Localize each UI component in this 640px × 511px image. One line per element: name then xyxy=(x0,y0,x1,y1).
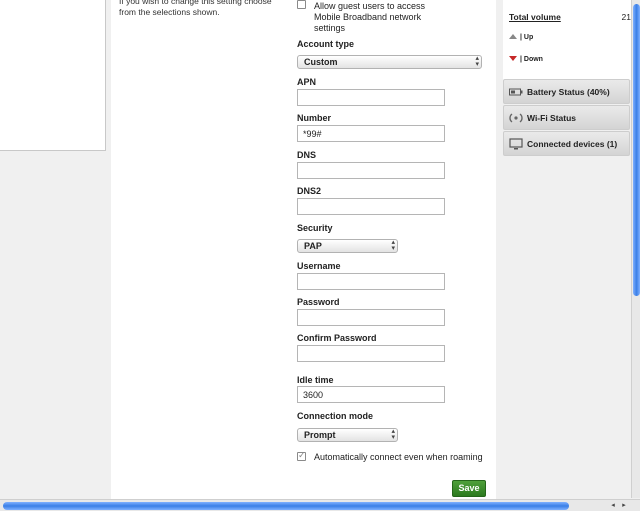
guest-access-checkbox[interactable] xyxy=(297,0,306,9)
dns2-label: DNS2 xyxy=(297,186,322,196)
left-panel xyxy=(0,0,106,151)
apn-input[interactable] xyxy=(297,89,445,106)
down-arrow-icon xyxy=(509,56,517,61)
monitor-icon xyxy=(509,137,523,151)
legend-up-label: | Up xyxy=(520,34,534,41)
account-type-select[interactable]: Custom ▴ ▾ xyxy=(297,55,482,69)
password-label: Password xyxy=(297,297,340,307)
idle-time-label: Idle time xyxy=(297,375,334,385)
scroll-left-icon[interactable]: ◂ xyxy=(608,501,618,511)
total-volume-link[interactable]: Total volume xyxy=(509,12,561,22)
select-arrows-icon: ▴ ▾ xyxy=(391,239,395,252)
connected-devices-panel[interactable]: Connected devices (1) xyxy=(503,131,630,156)
connection-mode-value: Prompt xyxy=(304,430,336,440)
username-input[interactable] xyxy=(297,273,445,290)
confirm-password-label: Confirm Password xyxy=(297,333,377,343)
username-label: Username xyxy=(297,261,341,271)
password-input[interactable] xyxy=(297,309,445,326)
select-arrows-icon: ▴ ▾ xyxy=(391,428,395,441)
confirm-password-input[interactable] xyxy=(297,345,445,362)
dns-label: DNS xyxy=(297,150,317,160)
status-sidebar: Total volume 21 | Up | Down Battery Stat… xyxy=(503,0,631,500)
security-label: Security xyxy=(297,223,333,233)
select-arrows-icon: ▴ ▾ xyxy=(475,55,479,68)
connection-mode-label: Connection mode xyxy=(297,411,373,421)
security-value: PAP xyxy=(304,241,322,251)
vertical-scrollbar[interactable] xyxy=(631,0,640,498)
battery-icon xyxy=(509,85,523,99)
number-input[interactable]: *99# xyxy=(297,125,445,142)
dns-input[interactable] xyxy=(297,162,445,179)
scroll-right-icon[interactable]: ▸ xyxy=(619,501,629,511)
idle-time-input[interactable]: 3600 xyxy=(297,386,445,403)
wifi-status-label: Wi-Fi Status xyxy=(527,113,577,123)
apn-label: APN xyxy=(297,77,317,87)
connected-devices-label: Connected devices (1) xyxy=(527,139,618,149)
battery-status-panel[interactable]: Battery Status (40%) xyxy=(503,79,630,104)
up-arrow-icon xyxy=(509,34,517,39)
vertical-scroll-thumb[interactable] xyxy=(633,4,640,296)
guest-access-label: Allow guest users to access Mobile Broad… xyxy=(314,1,426,33)
auto-connect-checkbox[interactable] xyxy=(297,450,306,461)
wifi-icon xyxy=(509,111,523,125)
number-label: Number xyxy=(297,113,332,123)
hint-text: If you wish to change this setting choos… xyxy=(119,0,272,17)
legend-down: | Down xyxy=(509,56,543,63)
wifi-status-panel[interactable]: Wi-Fi Status xyxy=(503,105,630,130)
auto-connect-label: Automatically connect even when roaming xyxy=(314,452,483,462)
legend-up: | Up xyxy=(509,34,533,41)
horizontal-scroll-thumb[interactable] xyxy=(3,502,569,510)
security-select[interactable]: PAP ▴ ▾ xyxy=(297,239,398,253)
total-volume-value: 21 xyxy=(621,12,631,22)
legend-down-label: | Down xyxy=(520,56,543,63)
dns2-input[interactable] xyxy=(297,198,445,215)
settings-form: If you wish to change this setting choos… xyxy=(111,0,496,500)
save-button[interactable]: Save xyxy=(452,480,486,497)
connection-mode-select[interactable]: Prompt ▴ ▾ xyxy=(297,428,398,442)
account-type-label: Account type xyxy=(297,39,355,49)
volume-box: Total volume 21 | Up | Down xyxy=(503,0,631,80)
battery-status-label: Battery Status (40%) xyxy=(527,87,610,97)
horizontal-scrollbar[interactable]: ◂ ▸ xyxy=(0,499,640,511)
account-type-value: Custom xyxy=(304,57,338,67)
